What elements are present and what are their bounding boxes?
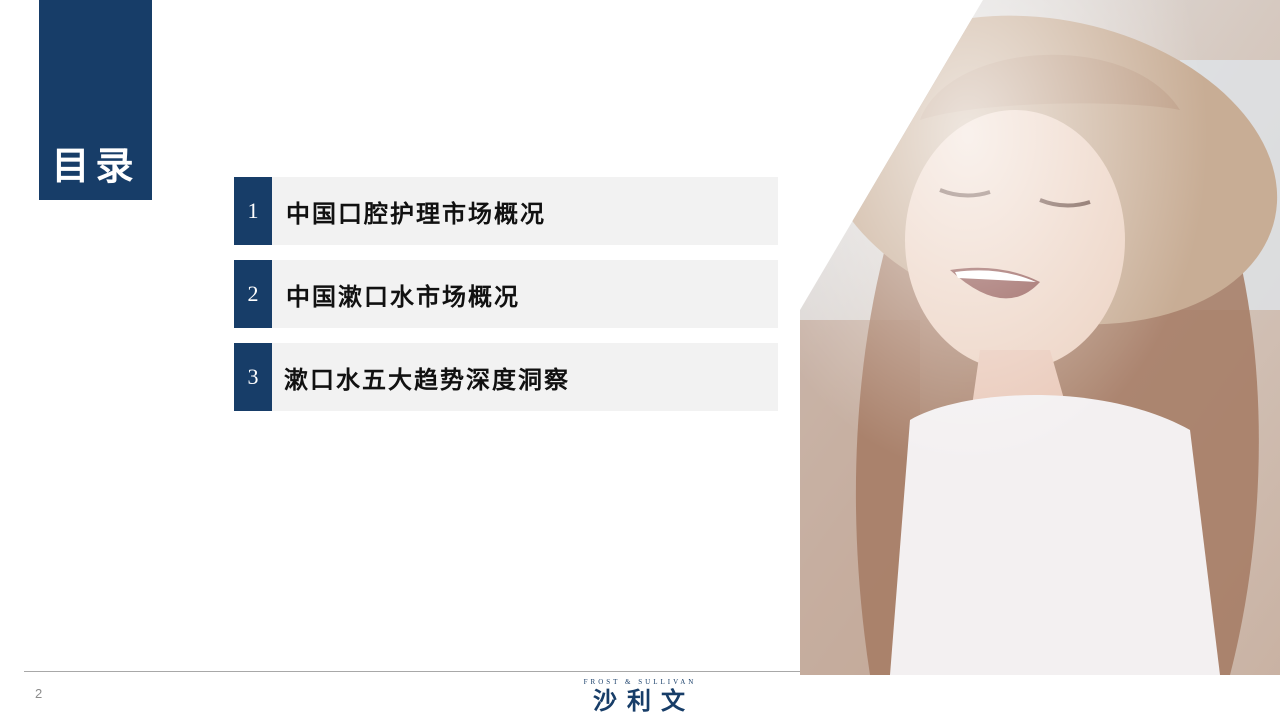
toc-item-1[interactable]: 1 中国口腔护理市场概况: [234, 177, 778, 245]
table-of-contents: 1 中国口腔护理市场概况 2 中国漱口水市场概况 3 漱口水五大趋势深度洞察: [234, 177, 778, 426]
toc-number: 1: [234, 177, 272, 245]
toc-number: 3: [234, 343, 272, 411]
smiling-woman-photo: [800, 0, 1280, 675]
logo-chinese: 沙利文: [593, 687, 695, 715]
footer-divider: [24, 671, 800, 672]
title-block: 目录: [39, 0, 152, 200]
frost-sullivan-logo: FROST & SULLIVAN 沙利文: [560, 678, 720, 715]
toc-label: 中国口腔护理市场概况: [286, 198, 546, 228]
page-number: 2: [35, 686, 43, 701]
logo-english: FROST & SULLIVAN: [583, 678, 697, 686]
toc-label: 漱口水五大趋势深度洞察: [284, 364, 570, 394]
toc-number: 2: [234, 260, 272, 328]
toc-item-2[interactable]: 2 中国漱口水市场概况: [234, 260, 778, 328]
toc-item-3[interactable]: 3 漱口水五大趋势深度洞察: [234, 343, 778, 411]
toc-label: 中国漱口水市场概况: [286, 281, 520, 311]
page-title: 目录: [51, 143, 140, 188]
